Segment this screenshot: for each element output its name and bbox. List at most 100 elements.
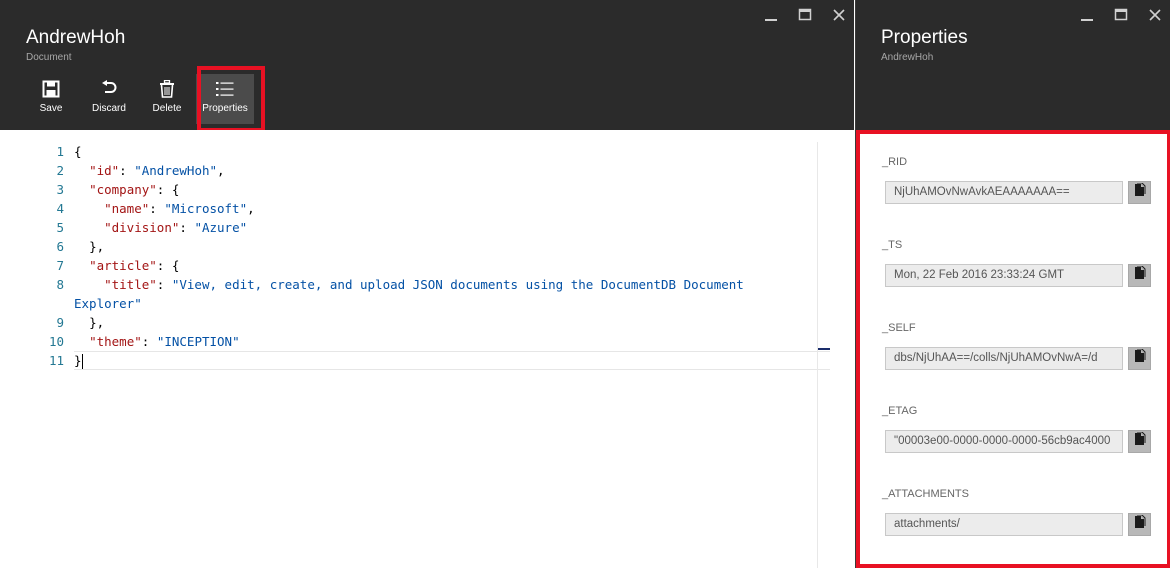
minimize-icon[interactable] (1070, 4, 1104, 26)
minimize-icon[interactable] (754, 4, 788, 26)
scrollbar-cursor-marker (818, 348, 830, 350)
copy-icon (1134, 348, 1146, 368)
json-punctuation: }, (89, 239, 105, 254)
json-punctuation: : (149, 201, 165, 216)
copy-icon (1134, 514, 1146, 534)
line-number: 10 (48, 334, 64, 349)
line-number: 4 (56, 201, 64, 216)
line-number: 1 (56, 144, 64, 159)
json-punctuation: : (119, 163, 135, 178)
close-icon[interactable] (1138, 4, 1170, 26)
self-field[interactable]: dbs/NjUhAA==/colls/NjUhAMOvNwA=/d (885, 347, 1123, 370)
json-key: "company" (89, 182, 157, 197)
window-controls (1070, 4, 1170, 26)
window-controls (754, 4, 856, 26)
code-line: "name": "Microsoft", (74, 199, 824, 218)
code-line: }, (74, 313, 824, 332)
copy-ts-button[interactable] (1128, 264, 1151, 287)
delete-label: Delete (152, 103, 182, 114)
json-punctuation: : (141, 334, 157, 349)
rid-label: _RID (882, 156, 908, 168)
json-key: "id" (89, 163, 120, 178)
copy-icon (1134, 431, 1146, 451)
blade-subtitle: Document (26, 52, 72, 63)
line-number (0, 294, 66, 313)
json-string: "Azure" (194, 220, 248, 235)
json-string: Explorer" (74, 296, 142, 311)
code-line: { (74, 142, 824, 161)
json-string: "View, edit, create, and upload JSON doc… (171, 277, 744, 292)
json-punctuation: : { (156, 182, 180, 197)
json-string: "Microsoft" (164, 201, 248, 216)
code-line: "id": "AndrewHoh", (74, 161, 824, 180)
json-key: "title" (104, 277, 157, 292)
json-key: "theme" (89, 334, 142, 349)
ts-field[interactable]: Mon, 22 Feb 2016 23:33:24 GMT (885, 264, 1123, 287)
attachments-field[interactable]: attachments/ (885, 513, 1123, 536)
json-punctuation: : (156, 277, 172, 292)
save-icon (42, 79, 60, 99)
line-number: 2 (56, 163, 64, 178)
properties-blade-header: Properties AndrewHoh (856, 0, 1170, 130)
code-line: }, (74, 237, 824, 256)
ts-label: _TS (882, 239, 903, 251)
etag-field[interactable]: "00003e00-0000-0000-0000-56cb9ac4000 (885, 430, 1123, 453)
maximize-icon[interactable] (1104, 4, 1138, 26)
json-string: "INCEPTION" (156, 334, 240, 349)
json-punctuation: : (179, 220, 195, 235)
discard-button[interactable]: Discard (80, 74, 138, 124)
line-number: 5 (56, 220, 64, 235)
copy-icon (1134, 182, 1146, 202)
json-key: "name" (104, 201, 150, 216)
save-button[interactable]: Save (22, 74, 80, 124)
close-icon[interactable] (822, 4, 856, 26)
properties-button-highlight (197, 66, 265, 132)
code-line: Explorer" (74, 294, 824, 313)
code-area[interactable]: { "id": "AndrewHoh", "company": { "name"… (74, 142, 824, 370)
json-punctuation: { (74, 144, 82, 159)
text-caret (81, 354, 83, 369)
code-line: "theme": "INCEPTION" (74, 332, 824, 351)
line-number: 7 (56, 258, 64, 273)
discard-label: Discard (92, 103, 126, 114)
code-line: "title": "View, edit, create, and upload… (74, 275, 824, 294)
code-line: "article": { (74, 256, 824, 275)
json-key: "article" (89, 258, 157, 273)
copy-self-button[interactable] (1128, 347, 1151, 370)
blade-title: AndrewHoh (26, 27, 126, 48)
properties-blade: Properties AndrewHoh _RID NjUhAMOvNwAvkA… (855, 0, 1170, 568)
document-blade-header: AndrewHoh Document Save Discard Delete P… (0, 0, 854, 130)
maximize-icon[interactable] (788, 4, 822, 26)
line-number-gutter: 1 2 3 4 5 6 7 8 9 10 11 (0, 142, 66, 370)
blade-title: Properties (881, 27, 968, 48)
properties-panel: _RID NjUhAMOvNwAvkAEAAAAAAA== _TS Mon, 2… (856, 130, 1170, 568)
json-key: "division" (104, 220, 180, 235)
copy-etag-button[interactable] (1128, 430, 1151, 453)
self-label: _SELF (882, 322, 916, 334)
editor-scrollbar[interactable] (817, 142, 830, 568)
line-number: 9 (56, 315, 64, 330)
code-line: } (74, 351, 824, 370)
copy-icon (1134, 265, 1146, 285)
code-line: "company": { (74, 180, 824, 199)
copy-rid-button[interactable] (1128, 181, 1151, 204)
document-blade: AndrewHoh Document Save Discard Delete P… (0, 0, 854, 568)
delete-icon (159, 79, 175, 99)
rid-field[interactable]: NjUhAMOvNwAvkAEAAAAAAA== (885, 181, 1123, 204)
json-string: "AndrewHoh" (134, 163, 218, 178)
copy-attachments-button[interactable] (1128, 513, 1151, 536)
json-punctuation: : { (156, 258, 180, 273)
attachments-label: _ATTACHMENTS (882, 488, 969, 500)
json-editor[interactable]: 1 2 3 4 5 6 7 8 9 10 11 { "id": "AndrewHoh", "comp… (0, 130, 854, 568)
json-punctuation: }, (89, 315, 105, 330)
json-punctuation: , (217, 163, 225, 178)
delete-button[interactable]: Delete (138, 74, 196, 124)
